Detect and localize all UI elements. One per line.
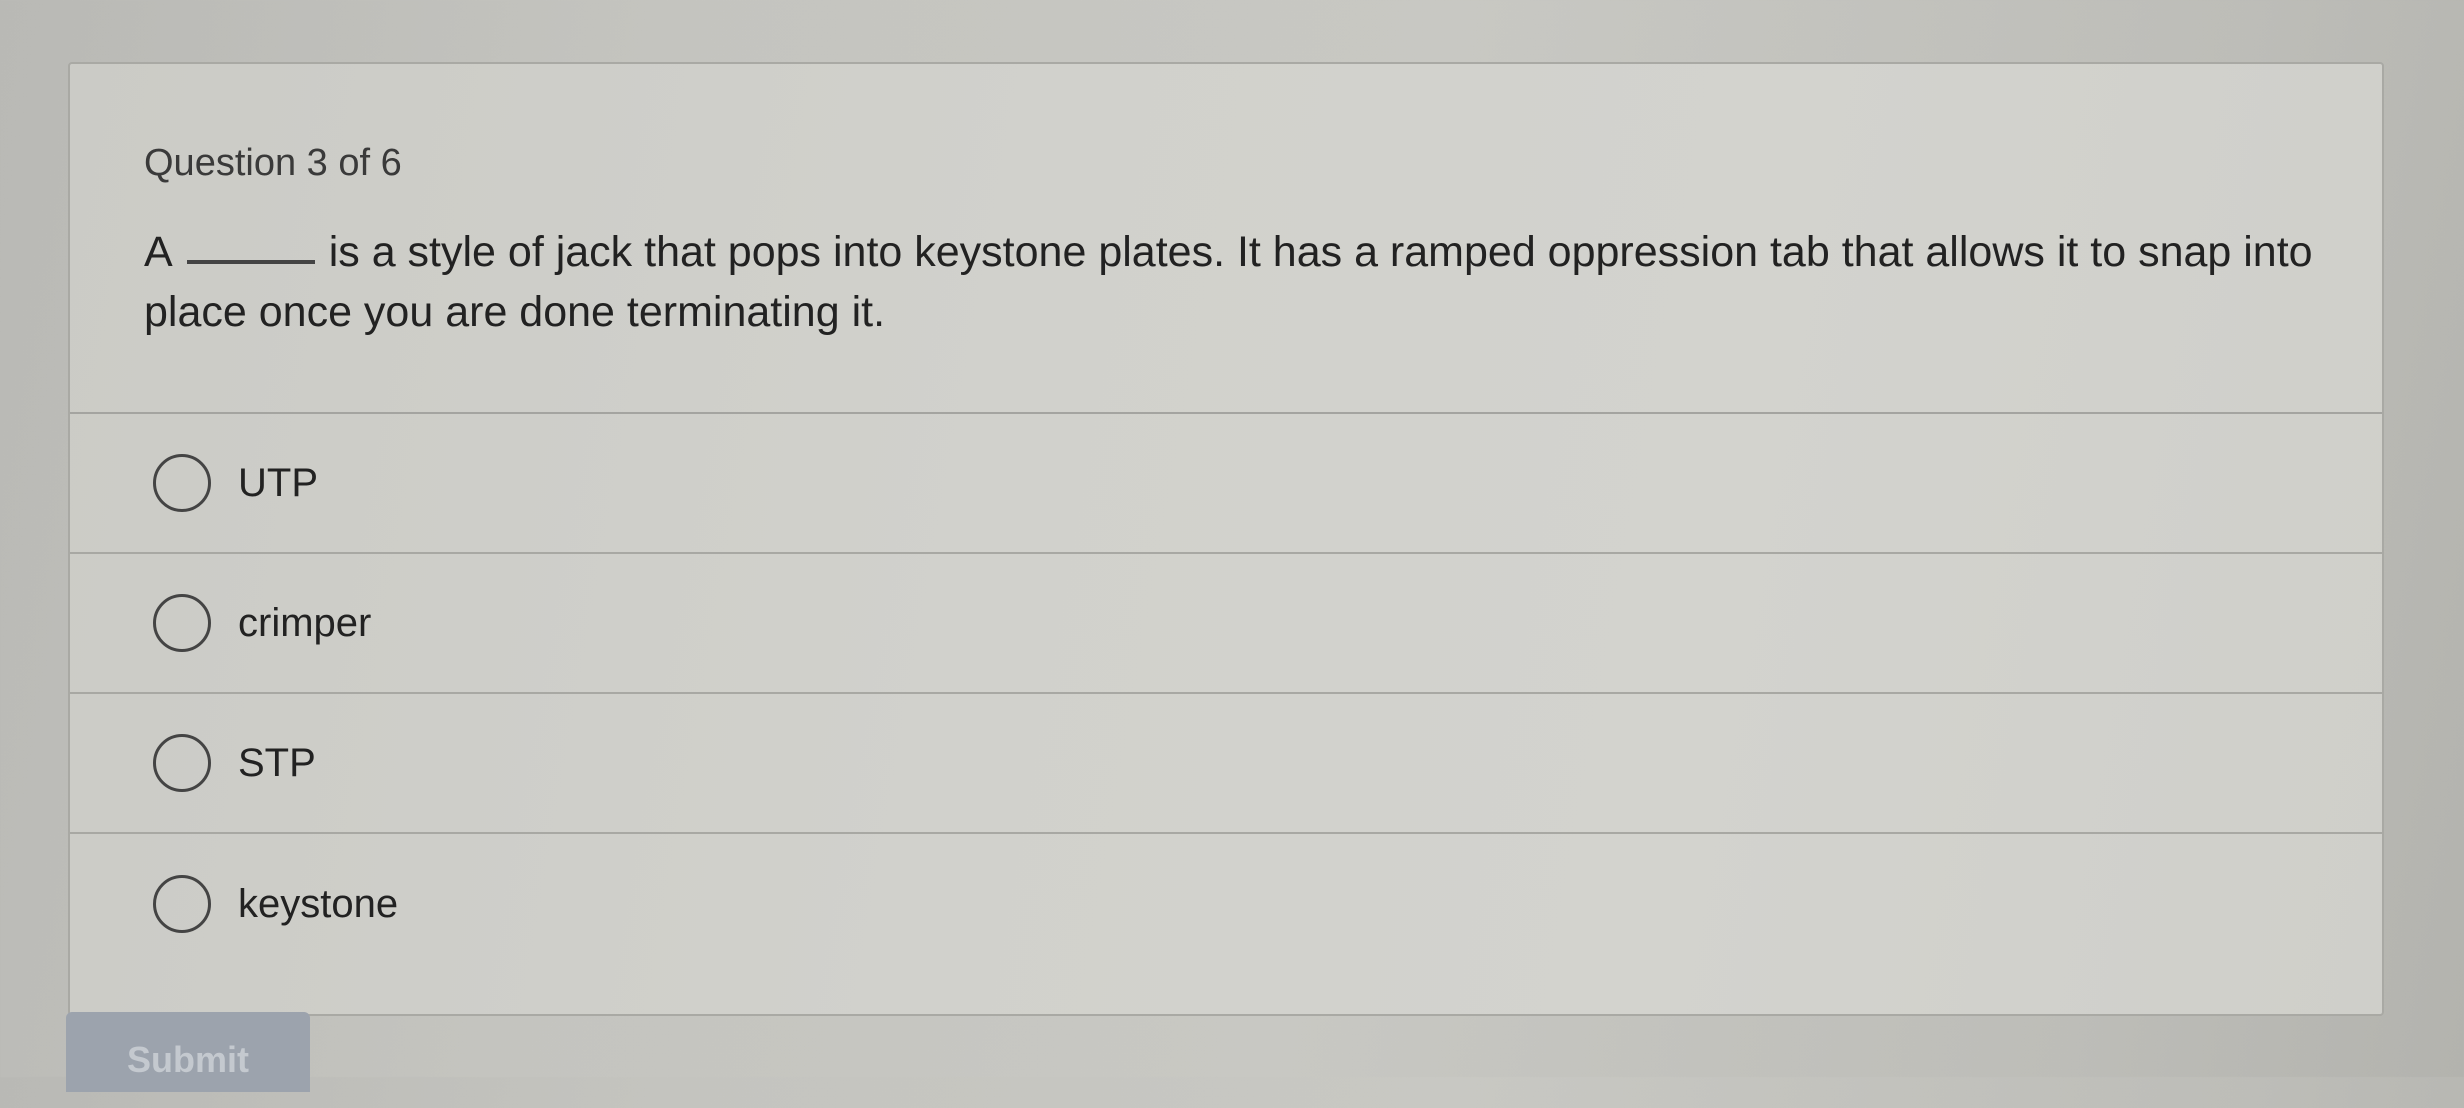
radio-button[interactable] xyxy=(153,734,211,792)
answer-label: STP xyxy=(238,741,316,785)
answer-option-utp[interactable]: UTP xyxy=(70,414,2382,554)
radio-button[interactable] xyxy=(153,454,211,512)
fill-in-blank xyxy=(186,260,315,264)
question-prefix: A xyxy=(144,228,173,276)
radio-button[interactable] xyxy=(153,875,211,933)
question-text: Ais a style of jack that pops into keyst… xyxy=(144,222,2324,342)
question-card: Question 3 of 6 Ais a style of jack that… xyxy=(68,62,2384,1016)
question-body: is a style of jack that pops into keysto… xyxy=(144,228,2313,336)
answer-option-keystone[interactable]: keystone xyxy=(70,834,2382,974)
answer-option-stp[interactable]: STP xyxy=(70,694,2382,834)
submit-button[interactable]: Submit xyxy=(66,1012,310,1092)
question-header: Question 3 of 6 Ais a style of jack that… xyxy=(70,64,2382,414)
answer-label: crimper xyxy=(238,601,372,645)
question-counter: Question 3 of 6 xyxy=(144,142,402,184)
answer-option-crimper[interactable]: crimper xyxy=(70,554,2382,694)
answer-label: keystone xyxy=(238,882,399,926)
answer-label: UTP xyxy=(238,461,318,505)
radio-button[interactable] xyxy=(153,594,211,652)
